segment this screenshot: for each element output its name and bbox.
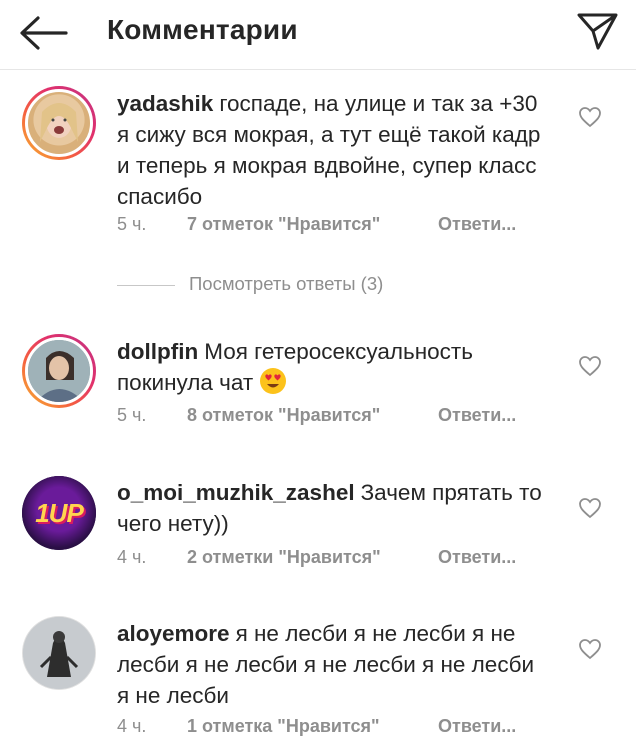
- comment-likes[interactable]: 7 отметок "Нравится": [187, 214, 438, 235]
- paper-plane-icon: [577, 13, 618, 50]
- avatar[interactable]: 1UP: [22, 476, 96, 550]
- avatar-photo: 1UP: [22, 476, 96, 550]
- heart-icon[interactable]: [578, 497, 602, 519]
- avatar[interactable]: [22, 334, 96, 408]
- comment-likes[interactable]: 8 отметок "Нравится": [187, 405, 438, 426]
- reply-button[interactable]: Ответи...: [438, 716, 516, 737]
- comment-body: yadashik госпаде, на улице и так за +30 я…: [117, 88, 547, 212]
- comment-likes[interactable]: 2 отметки "Нравится": [187, 547, 438, 568]
- comment-meta: 4 ч. 1 отметка "Нравится" Ответи...: [117, 716, 516, 737]
- reply-button[interactable]: Ответи...: [438, 405, 516, 426]
- face-photo-icon: [40, 103, 78, 142]
- comment-time: 5 ч.: [117, 214, 147, 234]
- avatar-photo: [23, 617, 95, 689]
- reply-button[interactable]: Ответи...: [438, 214, 516, 235]
- comment-time: 4 ч.: [117, 716, 147, 736]
- comment-time: 5 ч.: [117, 405, 147, 425]
- page-title: Комментарии: [107, 14, 298, 45]
- view-replies-label: Посмотреть ответы (3): [189, 273, 384, 294]
- heart-eyes-emoji: [259, 368, 286, 394]
- avatar[interactable]: [22, 616, 96, 690]
- comment-username[interactable]: o_moi_muzhik_zashel: [117, 480, 355, 505]
- reply-button[interactable]: Ответи...: [438, 547, 516, 568]
- comment-meta: 5 ч. 8 отметок "Нравится" Ответи...: [117, 405, 516, 426]
- comment-username[interactable]: dollpfin: [117, 339, 198, 364]
- comment-time: 4 ч.: [117, 547, 147, 567]
- avatar-logo-text: 1UP: [35, 498, 84, 528]
- comment-username[interactable]: aloyemore: [117, 621, 230, 646]
- arrow-left-icon: [20, 16, 68, 50]
- comment-body: aloyemore я не лесби я не лесби я не лесб…: [117, 618, 547, 711]
- heart-icon[interactable]: [578, 106, 602, 128]
- comment-likes[interactable]: 1 отметка "Нравится": [187, 716, 438, 737]
- comment-body: dollpfin Моя гетеросексуальность покинула…: [117, 336, 547, 398]
- comment-body: o_moi_muzhik_zashel Зачем прятать то чего…: [117, 477, 547, 539]
- avatar-photo: [25, 337, 93, 405]
- view-replies-button[interactable]: Посмотреть ответы (3): [117, 273, 383, 299]
- avatar-photo: [25, 89, 93, 157]
- divider-line: [117, 284, 175, 286]
- heart-icon[interactable]: [578, 355, 602, 377]
- heart-icon[interactable]: [578, 638, 602, 660]
- share-button[interactable]: [576, 10, 620, 54]
- back-button[interactable]: [14, 10, 70, 56]
- comment-username[interactable]: yadashik: [117, 91, 213, 116]
- header-bar: Комментарии: [0, 0, 636, 70]
- comment-meta: 5 ч. 7 отметок "Нравится" Ответи...: [117, 214, 516, 235]
- face-photo-icon: [28, 340, 90, 402]
- avatar[interactable]: [22, 86, 96, 160]
- comment-meta: 4 ч. 2 отметки "Нравится" Ответи...: [117, 547, 516, 568]
- figure-photo-icon: [23, 617, 95, 689]
